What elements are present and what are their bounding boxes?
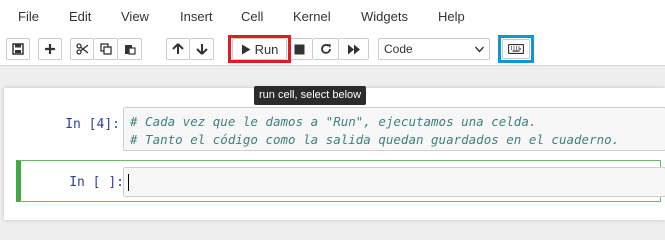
header-gap — [0, 66, 665, 86]
menu-file[interactable]: File — [18, 9, 39, 24]
menu-edit[interactable]: Edit — [69, 9, 91, 24]
menu-widgets[interactable]: Widgets — [361, 9, 408, 24]
code-cell-1[interactable]: In [4]: # Cada vez que le damos a "Run",… — [16, 104, 665, 154]
paste-button[interactable] — [118, 38, 142, 60]
scissors-icon — [75, 43, 88, 55]
menu-help[interactable]: Help — [438, 9, 465, 24]
code-line: # Cada vez que le damos a "Run", ejecuta… — [130, 114, 537, 129]
plus-icon — [45, 44, 55, 54]
save-button[interactable] — [6, 38, 30, 60]
run-highlight-box — [228, 35, 291, 63]
code-line: # Tanto el código como la salida quedan … — [130, 132, 620, 147]
cell-type-select[interactable]: Code — [378, 38, 490, 60]
arrow-down-icon — [195, 44, 208, 55]
move-up-button[interactable] — [166, 38, 190, 60]
stop-icon — [294, 44, 305, 54]
code-cell-2-selected[interactable]: In [ ]: — [16, 160, 665, 202]
menubar: File Edit View Insert Cell Kernel Widget… — [0, 0, 665, 33]
menu-kernel[interactable]: Kernel — [293, 9, 331, 24]
paste-icon — [124, 45, 136, 55]
restart-run-all-button[interactable] — [339, 38, 369, 60]
arrow-up-icon — [172, 43, 184, 54]
menu-view[interactable]: View — [121, 9, 149, 24]
restart-icon — [320, 44, 331, 54]
run-tooltip: run cell, select below — [254, 86, 367, 105]
menu-insert[interactable]: Insert — [180, 9, 213, 24]
toolbar: Run Code — [0, 33, 665, 66]
save-icon — [12, 43, 24, 55]
cell-type-value: Code — [384, 42, 413, 56]
insert-cell-button[interactable] — [38, 38, 62, 60]
cut-button[interactable] — [70, 38, 94, 60]
text-cursor — [128, 174, 129, 191]
copy-icon — [99, 43, 112, 55]
restart-button[interactable] — [313, 38, 339, 60]
menu-cell[interactable]: Cell — [241, 9, 263, 24]
cell-input-area[interactable] — [123, 167, 665, 197]
chevron-down-icon — [475, 46, 484, 53]
cell-input-area[interactable]: # Cada vez que le damos a "Run", ejecuta… — [123, 107, 665, 151]
move-down-button[interactable] — [190, 38, 214, 60]
cell-prompt: In [4]: — [65, 117, 120, 132]
keyboard-highlight-box — [498, 35, 534, 63]
copy-button[interactable] — [94, 38, 118, 60]
fast-forward-icon — [347, 44, 360, 54]
cell-prompt: In [ ]: — [69, 175, 124, 190]
